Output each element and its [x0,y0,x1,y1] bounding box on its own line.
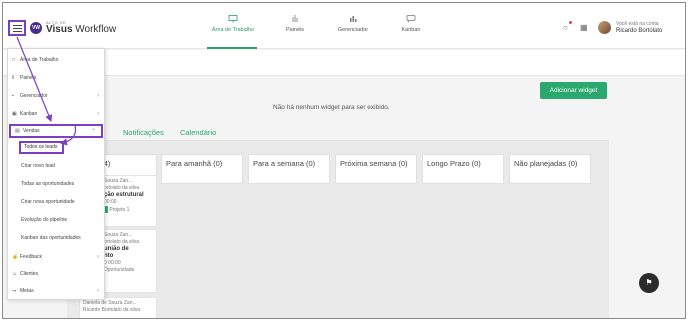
task-card[interactable]: Souza Zan... ortolato da silva união de … [100,229,157,293]
nav-area-de-trabalho[interactable]: Área de Trabalho [203,15,263,33]
nav-label: Gerenciador [337,27,369,33]
chevron-right-icon: › [97,93,99,99]
nav-paineis[interactable]: Painéis [265,15,325,33]
bar-chart-icon [292,15,298,22]
sidebar-sub-kanban-oportunidades[interactable]: Kanban das oportunidades [21,234,81,243]
cart-icon: ▤ [15,128,20,134]
column-header-week: Para a semana (0) [248,154,330,184]
sidebar-item-area-de-trabalho[interactable]: □ Área de Trabalho [8,53,104,67]
app-window: VW ALTO SE Visus Workflow Área de Trabal… [2,2,686,319]
hamburger-menu-button[interactable] [8,20,26,36]
chevron-down-icon: ⌄ [90,126,96,132]
stats-icon: ▪ [12,93,14,99]
nav-label: Kanban [401,27,421,33]
tabs-divider [67,140,609,141]
users-icon: ☺ [12,271,18,277]
monitor-icon: □ [12,57,16,63]
brand-name: Visus Workflow [46,24,117,35]
chat-icon: ▣ [12,111,17,117]
chevron-right-icon: › [97,111,99,117]
active-nav-indicator [207,47,257,49]
card-tag: Projeto 1 [109,207,130,213]
chat-icon [406,15,416,23]
sidebar-item-label: Painéis [20,75,37,81]
sidebar-item-paineis[interactable]: ‖ Painéis [8,71,104,85]
nav-label: Painéis [285,27,305,33]
sidebar-sub-evolucao-pipeline[interactable]: Evolução do pipeline [21,216,67,225]
nav-kanban[interactable]: Kanban [381,15,441,33]
sidebar-item-label: Metas [20,288,34,294]
user-greeting: Você está na conta [616,21,659,27]
thumb-icon: ☝ [12,254,19,260]
add-widget-button[interactable]: Adicionar widget [540,82,607,99]
help-fab-icon[interactable]: ⚑ [639,273,659,293]
monitor-icon [228,15,238,23]
sidebar-item-label: Gerenciador [20,93,48,99]
sidebar-item-label: Vendas [23,128,40,134]
sidebar-item-metas[interactable]: ↝ Metas › [8,284,104,298]
sidebar-item-clientes[interactable]: ☺ Clientes [8,267,104,281]
empty-widgets-message: Não há nenhum widget para ser exibido. [273,104,390,111]
user-name[interactable]: Ricardo Bortolato [616,28,662,34]
sidebar-item-label: Feedback [20,254,42,260]
avatar[interactable] [598,21,611,34]
card-title: união de [104,246,129,252]
sidebar-item-label: Kanban [20,111,38,117]
tab-calendario[interactable]: Calendário [180,128,216,137]
top-bar: VW ALTO SE Visus Workflow Área de Trabal… [3,3,685,49]
card-title: ção estrutural [104,192,144,198]
sidebar-item-gerenciador[interactable]: ▪ Gerenciador › [8,89,104,103]
tab-notificacoes[interactable]: Notificações [123,128,164,137]
notification-bell-icon[interactable]: ○ [563,23,568,32]
stats-icon [350,16,357,22]
card-sub: Ricardo Bortolato da silva [83,307,140,313]
column-header-unplanned: Não planejadas (0) [509,154,591,184]
card-owner: Souza Zan... [104,178,133,184]
bar-chart-icon: ‖ [12,75,15,81]
apps-grid-icon[interactable]: ▦ [580,23,588,32]
tabs-bar: Notificações Calendário [123,128,230,137]
sidebar-sub-criar-oportunidade[interactable]: Criar nova oportunidade [21,198,75,207]
sidebar-sub-todos-os-leads[interactable]: Todos os leads [19,141,64,154]
sidebar-item-label: Clientes [20,271,39,277]
trend-icon: ↝ [12,288,17,294]
card-owner: Souza Zan... [104,232,133,238]
brand-logo-icon: VW [30,22,42,34]
card-tag: Oportunidade [104,267,135,273]
sidebar-item-kanban[interactable]: ▣ Kanban › [8,107,104,121]
sidebar-item-feedback[interactable]: ☝ Feedback › [8,250,104,264]
sub-header [3,50,685,76]
column-header-tomorrow: Para amanhã (0) [161,154,243,184]
column-header-next-week: Próxima semana (0) [335,154,417,184]
sidebar-item-label: Área de Trabalho [20,57,59,63]
card-time: 0 00:00 [104,260,121,266]
column-header-long-term: Longo Prazo (0) [422,154,504,184]
nav-label: Área de Trabalho [211,27,255,33]
sidebar-sub-criar-novo-lead[interactable]: Criar novo lead [21,162,55,171]
notification-dot [569,21,572,24]
card-time: 00:00 [104,199,117,205]
task-card[interactable]: Souza Zan... ortolato da silva ção estru… [100,175,157,227]
card-owner: Daniela de Souza Zan... [83,300,137,306]
card-title-2: nto [104,253,114,259]
task-card[interactable]: Daniela de Souza Zan... Ricardo Bortolat… [79,297,157,318]
sidebar-menu: □ Área de Trabalho ‖ Painéis ▪ Gerenciador … [7,48,105,300]
chevron-right-icon: › [97,254,99,260]
card-sub: ortolato da silva [104,239,140,245]
nav-gerenciador[interactable]: Gerenciador [323,15,383,33]
card-sub: ortolato da silva [104,185,140,191]
sidebar-item-vendas[interactable]: ▤ Vendas ⌄ [9,124,103,138]
sidebar-sub-todas-oportunidades[interactable]: Todas as oportunidades [21,180,74,189]
chevron-right-icon: › [97,288,99,294]
